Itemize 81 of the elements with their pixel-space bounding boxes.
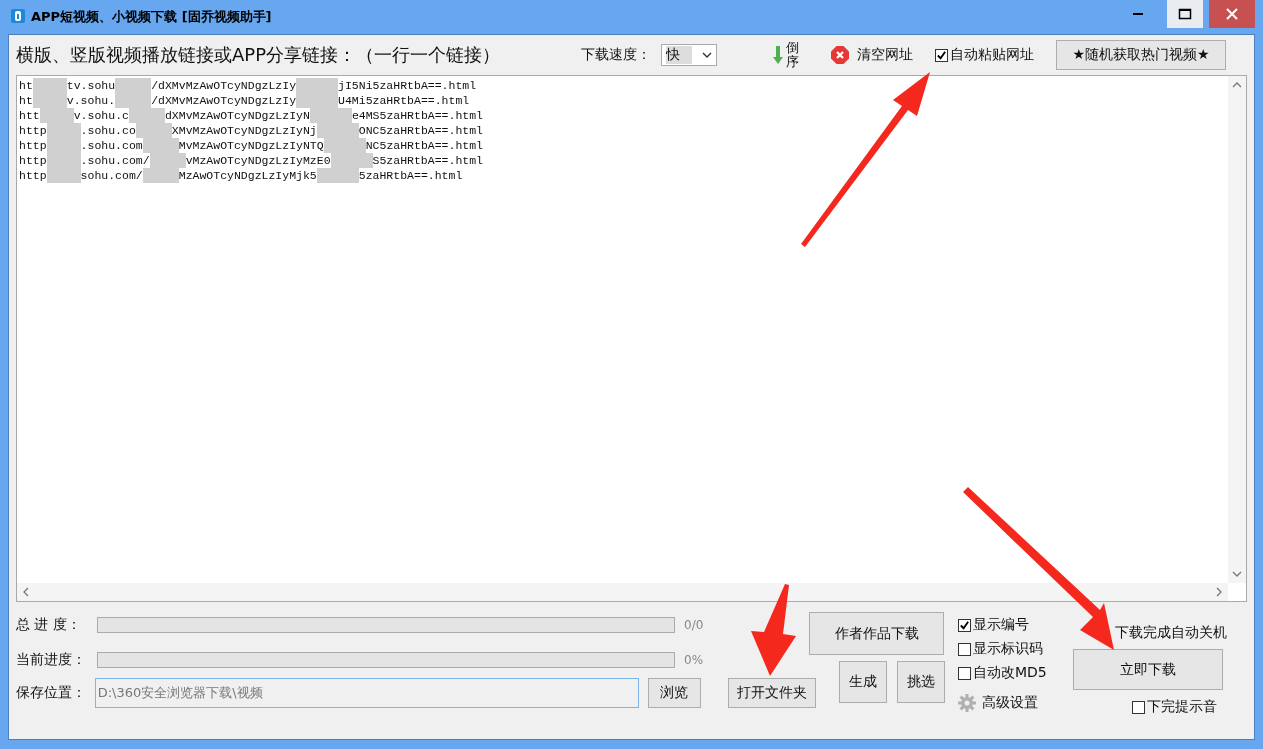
blurred-patch xyxy=(296,78,339,93)
url-fragment: ht xyxy=(19,93,33,108)
url-fragment: e4MS5zaHRtbA==.html xyxy=(351,108,483,123)
url-fragment: dXMvMzAwOTcyNDgzLzIyN xyxy=(164,108,310,123)
progress-reading: 0% xyxy=(684,653,704,667)
maximize-button[interactable] xyxy=(1167,0,1203,28)
url-fragment: 5zaHRtbA==.html xyxy=(358,168,463,183)
blurred-patch xyxy=(115,78,152,93)
vertical-scrollbar[interactable] xyxy=(1228,76,1246,583)
url-fragment: .sohu.co xyxy=(80,123,136,138)
url-fragment: http xyxy=(19,123,47,138)
scroll-right-icon[interactable] xyxy=(1216,587,1222,597)
blurred-patch xyxy=(32,78,67,93)
url-fragment: v.sohu. xyxy=(66,93,116,108)
url-text-area[interactable] xyxy=(16,75,1247,602)
scroll-down-icon[interactable] xyxy=(1232,571,1242,577)
progress-reading: 0/0 xyxy=(684,618,704,632)
url-fragment: sohu.com/ xyxy=(80,168,143,183)
url-fragment: tv.sohu xyxy=(66,78,116,93)
minimize-icon xyxy=(1133,13,1143,15)
url-fragment: /dXMvMzAwOTcyNDgzLzIy xyxy=(151,93,297,108)
author-works-button[interactable]: 作者作品下载 xyxy=(809,612,944,655)
scroll-left-icon[interactable] xyxy=(23,587,29,597)
url-fragment: http xyxy=(19,138,47,153)
random-videos-button[interactable]: ★随机获取热门视频★ xyxy=(1056,40,1226,70)
checkbox-label[interactable]: 显示编号 xyxy=(973,616,1029,634)
instruction-label: 横版、竖版视频播放链接或APP分享链接：（一行一个链接） xyxy=(16,43,502,67)
url-fragment: jI5Ni5zaHRtbA==.html xyxy=(338,78,477,93)
url-fragment: MvMzAwOTcyNDgzLzIyNTQ xyxy=(178,138,324,153)
advanced-settings-link[interactable]: 高级设置 xyxy=(982,694,1038,712)
url-fragment: .sohu.com xyxy=(80,138,143,153)
checkbox[interactable] xyxy=(958,642,971,656)
pick-button[interactable]: 挑选 xyxy=(897,661,945,703)
checkbox-label[interactable]: 自动改MD5 xyxy=(973,664,1047,682)
down-arrow-icon[interactable] xyxy=(773,46,783,64)
checkbox-label[interactable]: 下完提示音 xyxy=(1146,698,1217,716)
checkbox[interactable] xyxy=(1131,700,1145,714)
checkbox[interactable] xyxy=(935,48,948,62)
generate-button[interactable]: 生成 xyxy=(839,661,887,703)
checkbox-label[interactable]: 自动粘贴网址 xyxy=(950,46,1034,64)
url-fragment: MzAwOTcyNDgzLzIyMjk5 xyxy=(178,168,317,183)
close-icon xyxy=(1226,8,1238,20)
auto-shutdown-label[interactable]: 下载完成自动关机 xyxy=(1114,620,1227,642)
close-button[interactable] xyxy=(1209,0,1255,28)
window-title: APP短视频、小视频下载 [固乔视频助手] xyxy=(31,8,272,26)
url-fragment: ONC5zaHRtbA==.html xyxy=(358,123,483,138)
blurred-patch xyxy=(142,168,179,183)
url-fragment: NC5zaHRtbA==.html xyxy=(365,138,483,153)
browse-button[interactable]: 浏览 xyxy=(648,678,701,708)
checkbox[interactable] xyxy=(958,666,971,680)
scroll-up-icon[interactable] xyxy=(1232,82,1242,88)
url-fragment: v.sohu.c xyxy=(73,108,129,123)
url-fragment: ht xyxy=(19,78,33,93)
speed-dropdown[interactable]: 快 xyxy=(661,44,717,66)
maximize-icon xyxy=(1178,8,1192,20)
url-fragment: .sohu.com/ xyxy=(80,153,150,168)
blurred-patch xyxy=(46,168,81,183)
url-fragment: http xyxy=(19,153,47,168)
progress-label: 总 进 度： xyxy=(16,616,82,634)
url-fragment: /dXMvMzAwOTcyNDgzLzIy xyxy=(151,78,297,93)
caret-icon xyxy=(702,52,712,58)
url-fragment: U4Mi5zaHRtbA==.html xyxy=(338,93,470,108)
open-folder-button[interactable]: 打开文件夹 xyxy=(727,678,816,708)
checkbox[interactable] xyxy=(958,618,971,632)
speed-label: 下载速度： xyxy=(581,46,652,64)
horizontal-scrollbar[interactable] xyxy=(17,583,1228,601)
url-fragment: htt xyxy=(19,108,40,123)
save-location-label: 保存位置： xyxy=(16,684,87,702)
clear-urls-link[interactable]: 清空网址 xyxy=(857,46,913,64)
url-fragment: vMzAwOTcyNDgzLzIyMzE0 xyxy=(185,153,331,168)
blurred-patch xyxy=(316,168,359,183)
reverse-order-label[interactable]: 倒序 xyxy=(786,40,799,70)
clear-icon[interactable] xyxy=(831,46,849,64)
download-now-button[interactable]: 立即下载 xyxy=(1072,649,1223,690)
url-fragment: XMvMzAwOTcyNDgzLzIyNj xyxy=(171,123,317,138)
url-fragment: http xyxy=(19,168,47,183)
progress-label: 当前进度： xyxy=(16,651,87,669)
save-path-field[interactable]: D:\360安全浏览器下载\视频 xyxy=(94,678,639,708)
app-icon xyxy=(11,8,25,26)
checkbox-label[interactable]: 显示标识码 xyxy=(973,640,1043,658)
url-fragment: S5zaHRtbA==.html xyxy=(372,153,483,168)
